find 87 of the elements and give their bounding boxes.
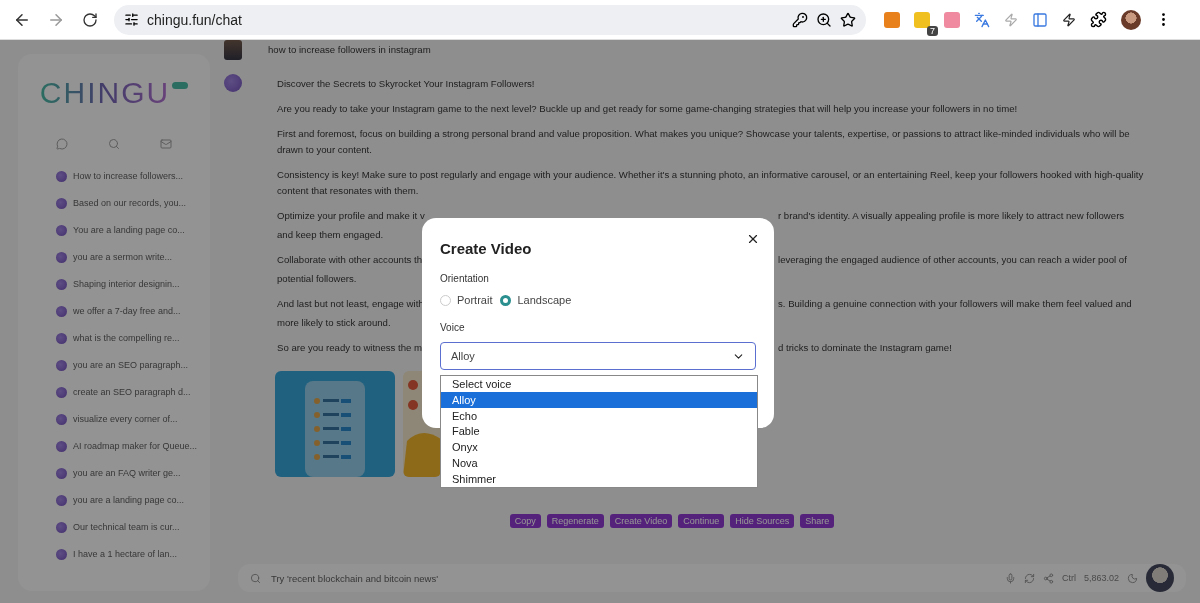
- sidebar-item[interactable]: Our technical team is cur...: [73, 522, 180, 532]
- profile-avatar[interactable]: [1121, 9, 1141, 30]
- reply-paragraph: First and foremost, focus on building a strong personal brand and value proposition. What makes you unique? Showcase your talents, expertise, or passions to attract like-minded individuals who will be drawn to your content.: [277, 127, 1131, 157]
- panel-extension-icon[interactable]: [1032, 11, 1048, 28]
- action-button[interactable]: Copy: [509, 514, 541, 528]
- dialog-title: Create Video: [440, 240, 533, 257]
- chat-orb-icon: [56, 278, 67, 290]
- sidebar-item[interactable]: visualize every corner of...: [73, 414, 178, 424]
- radio-label: Portrait: [457, 294, 493, 306]
- radio-label: Landscape: [517, 294, 572, 306]
- reload-icon: [82, 11, 98, 28]
- sidebar-item[interactable]: you are a sermon write...: [73, 252, 173, 262]
- chat-orb-icon: [56, 305, 67, 317]
- sidebar-item[interactable]: I have a 1 hectare of lan...: [73, 549, 178, 559]
- prompt-input[interactable]: Try 'recent blockchain and bitcoin news': [269, 571, 997, 585]
- reply-title: Discover the Secrets to Skyrocket Your Instagram Followers!: [277, 77, 536, 91]
- site-settings-icon[interactable]: [124, 12, 139, 27]
- sidebar-item[interactable]: we offer a 7-day free and...: [73, 306, 181, 316]
- chat-orb-icon: [56, 548, 67, 560]
- prompt-field[interactable]: Try 'recent blockchain and bitcoin news' Ctrl 5,863.02: [238, 564, 1186, 592]
- radio-button[interactable]: [500, 294, 512, 306]
- chat-orb-icon: [56, 440, 67, 452]
- chat-orb-icon: [56, 197, 67, 209]
- chat-orb-icon: [56, 386, 67, 398]
- paragraph-fragment: r brand's identity. A visually appealing profile is more likely to attract new followers: [778, 209, 1126, 223]
- paragraph-fragment: d tricks to dominate the Instagram game!: [778, 341, 953, 355]
- logo-pill: [172, 82, 189, 89]
- zoom-icon[interactable]: [816, 11, 832, 28]
- chat-orb-icon: [56, 467, 67, 479]
- moon-icon[interactable]: [1127, 572, 1138, 584]
- chat-orb-icon: [56, 170, 67, 182]
- orientation-label: Orientation: [440, 273, 490, 284]
- sidebar-item[interactable]: you are an FAQ writer ge...: [73, 468, 181, 478]
- reply-paragraph: Are you ready to take your Instagram game to the next level? Buckle up and get ready for some game-changing strategies that will help you increase your followers in no time!: [277, 102, 1019, 116]
- sidebar-item[interactable]: you are a landing page co...: [73, 495, 185, 505]
- paragraph-fragment: Collaborate with other accounts th: [277, 253, 422, 267]
- sidebar-item[interactable]: Shaping interior designin...: [73, 279, 180, 289]
- search-icon: [250, 572, 261, 584]
- url-text: chingu.fun/chat: [147, 11, 243, 28]
- chat-orb-icon: [56, 521, 67, 533]
- mail-icon[interactable]: [160, 138, 172, 150]
- close-button[interactable]: [746, 232, 760, 246]
- extension-badge: 7: [927, 25, 938, 36]
- sidebar-item[interactable]: create an SEO paragraph d...: [73, 387, 191, 397]
- paragraph-fragment: more likely to stick around.: [277, 317, 391, 328]
- paragraph-fragment: potential followers.: [277, 273, 357, 284]
- user-avatar: [224, 40, 242, 60]
- sidebar-item[interactable]: How to increase followers...: [73, 171, 184, 181]
- extensions-icon[interactable]: [1090, 11, 1107, 28]
- voice-label: Voice: [440, 322, 466, 333]
- chat-orb-icon: [56, 251, 67, 263]
- action-button[interactable]: Create Video: [609, 514, 673, 528]
- action-button[interactable]: Hide Sources: [730, 514, 795, 528]
- action-button[interactable]: Continue: [678, 514, 725, 528]
- chat-orb-icon: [56, 224, 67, 236]
- voice-select[interactable]: Alloy: [440, 342, 756, 370]
- shortcut-label: Ctrl: [1061, 573, 1076, 583]
- chat-orb-icon: [56, 413, 67, 425]
- chat-icon[interactable]: [56, 138, 68, 150]
- chat-orb-icon: [56, 332, 67, 344]
- mic-icon[interactable]: [1004, 572, 1016, 584]
- sidebar-item[interactable]: You are a landing page co...: [73, 225, 185, 235]
- radio-button[interactable]: [440, 294, 451, 306]
- paragraph-fragment: leveraging the engaged audience of other accounts, you can reach a wider pool of: [778, 253, 1128, 267]
- paragraph-fragment: and keep them engaged.: [277, 229, 384, 240]
- bolt-extension-icon[interactable]: [1062, 12, 1076, 27]
- paragraph-fragment: s. Building a genuine connection with your followers will make them feel valued and: [778, 297, 1133, 311]
- counter-label: 5,863.02: [1083, 573, 1119, 583]
- sidebar-item[interactable]: you are an SEO paragraph...: [73, 360, 189, 370]
- sidebar-item[interactable]: AI roadmap maker for Queue...: [73, 441, 198, 451]
- key-icon[interactable]: [792, 11, 808, 28]
- sidebar-item[interactable]: Based on our records, you...: [73, 198, 187, 208]
- paragraph-fragment: So are you ready to witness the m: [277, 341, 422, 355]
- chat-orb-icon: [56, 359, 67, 371]
- address-bar[interactable]: chingu.fun/chat: [114, 4, 866, 35]
- bookmark-star-icon[interactable]: [840, 11, 856, 28]
- action-button[interactable]: Share: [800, 514, 835, 528]
- assistant-orb-icon: [224, 74, 242, 92]
- refresh-icon[interactable]: [1023, 572, 1035, 584]
- reply-paragraph: Consistency is key! Make sure to post regularly and engage with your audience. Whether it's a stunning photo, an informative carousel, or an entertaining Reel, keep your followers hooked with high-quality content that resonates with them.: [277, 168, 1145, 198]
- translate-icon[interactable]: [974, 11, 990, 28]
- chat-orb-icon: [56, 494, 67, 506]
- user-message: how to increase followers in instagram: [268, 43, 431, 57]
- user-avatar[interactable]: [1146, 564, 1174, 592]
- share-icon[interactable]: [1042, 572, 1054, 584]
- action-button[interactable]: Regenerate: [546, 514, 604, 528]
- sidebar-item[interactable]: what is the compelling re...: [73, 333, 180, 343]
